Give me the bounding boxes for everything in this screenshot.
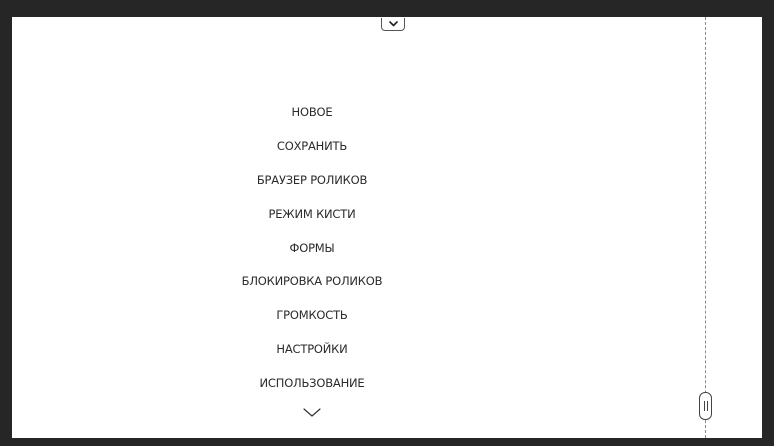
main-menu: НОВОЕ СОХРАНИТЬ БРАУЗЕР РОЛИКОВ РЕЖИМ КИ…: [12, 17, 612, 438]
menu-item-usage[interactable]: ИСПОЛЬЗОВАНИЕ: [12, 375, 612, 391]
menu-item-shapes[interactable]: ФОРМЫ: [12, 240, 612, 256]
menu-item-settings[interactable]: НАСТРОЙКИ: [12, 341, 612, 357]
divider-drag-handle[interactable]: [699, 392, 712, 420]
menu-item-new[interactable]: НОВОЕ: [12, 104, 612, 120]
drag-handle-icon: [704, 401, 705, 411]
app-screen: НОВОЕ СОХРАНИТЬ БРАУЗЕР РОЛИКОВ РЕЖИМ КИ…: [12, 17, 762, 438]
menu-item-clip-browser[interactable]: БРАУЗЕР РОЛИКОВ: [12, 172, 612, 188]
menu-item-brush-mode[interactable]: РЕЖИМ КИСТИ: [12, 206, 612, 222]
panel-divider: [705, 17, 706, 438]
menu-item-volume[interactable]: ГРОМКОСТЬ: [12, 307, 612, 323]
menu-item-clip-lock[interactable]: БЛОКИРОВКА РОЛИКОВ: [12, 273, 612, 289]
menu-item-save[interactable]: СОХРАНИТЬ: [12, 138, 612, 154]
chevron-down-icon[interactable]: [302, 405, 322, 419]
drag-handle-icon: [707, 401, 708, 411]
